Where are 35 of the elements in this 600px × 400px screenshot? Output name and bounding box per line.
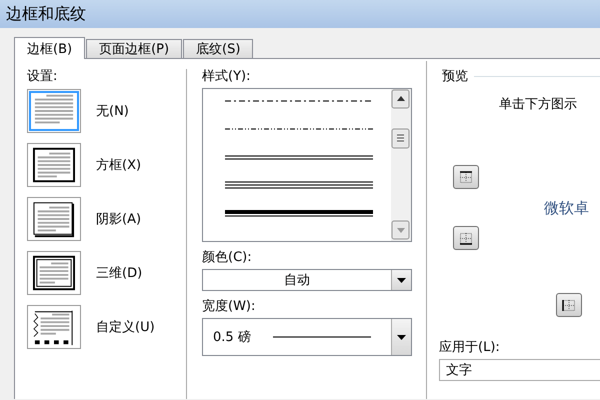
border-icon <box>459 170 473 184</box>
setting-label: 阴影(A) <box>96 211 142 228</box>
width-dropdown[interactable]: 0.5 磅 <box>202 318 412 356</box>
setting-label: 三维(D) <box>96 265 142 282</box>
apply-to-field[interactable]: 文字 <box>439 359 600 381</box>
bottom-border-button[interactable] <box>453 226 479 250</box>
border-icon <box>562 298 576 312</box>
color-label: 颜色(C): <box>202 250 253 266</box>
border-setting-icon[interactable] <box>27 143 81 187</box>
apply-to-label: 应用于(L): <box>439 340 501 356</box>
setting-label: 自定义(U) <box>96 319 155 336</box>
preview-label: 预览 <box>442 68 468 85</box>
preview-sample-text: 微软卓 <box>544 199 589 218</box>
border-icon <box>459 232 473 244</box>
width-label: 宽度(W): <box>202 299 256 315</box>
top-border-button[interactable] <box>453 165 479 189</box>
caret-icon <box>397 278 406 282</box>
tab[interactable]: 底纹(S) <box>183 39 254 58</box>
settings-label: 设置: <box>27 69 58 85</box>
setting-label: 无(N) <box>96 103 129 120</box>
color-dropdown[interactable]: 自动 <box>202 269 412 291</box>
scrollbar[interactable] <box>391 89 411 241</box>
tab[interactable]: 页面边框(P) <box>86 39 182 58</box>
left-border-button[interactable] <box>556 293 582 317</box>
line-sample-icon <box>272 336 371 338</box>
setting-label: 方框(X) <box>96 157 142 174</box>
style-list[interactable] <box>202 88 412 242</box>
style-label: 样式(Y): <box>202 69 252 85</box>
caret-icon <box>397 334 406 340</box>
border-setting-icon[interactable] <box>27 305 81 349</box>
border-setting-icon[interactable] <box>27 251 81 295</box>
border-setting-icon[interactable] <box>27 197 81 241</box>
window-title: 边框和底纹 <box>6 4 86 24</box>
preview-hint: 单击下方图示 <box>499 96 577 113</box>
tab[interactable]: 边框(B) <box>14 37 86 59</box>
